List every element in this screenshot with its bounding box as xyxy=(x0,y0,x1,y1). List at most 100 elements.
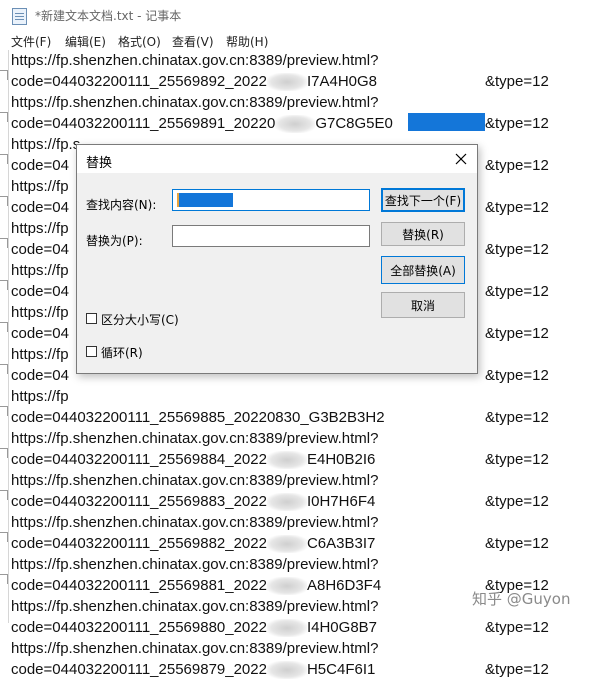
gutter-mark xyxy=(0,238,8,248)
text-line: code=044032200111_25569892_2022 I7A4H0G8 &… xyxy=(11,72,549,92)
text-line: https://fp.shenzhen.chinatax.gov.cn:8389… xyxy=(11,555,378,575)
gutter-mark xyxy=(0,490,8,500)
code-suffix: E4H0B2I6 xyxy=(306,451,376,468)
text-line: https://fp.shenzhen.chinatax.gov.cn:8389… xyxy=(11,471,378,491)
menu-view[interactable]: 查看(V) xyxy=(172,33,214,50)
url-text: https://fp xyxy=(11,304,69,321)
text-line: code=044032200111_25569891_20220 G7C8G5E0… xyxy=(11,114,549,134)
code-suffix: H5C4F6I1 xyxy=(306,661,376,678)
code-text: code=04 xyxy=(11,241,69,258)
find-next-button[interactable]: 查找下一个(F) xyxy=(381,188,465,212)
type-param: &type=12 xyxy=(485,619,549,636)
selected-text xyxy=(177,193,233,207)
url-text: https://fp.shenzhen.chinatax.gov.cn:8389… xyxy=(11,472,379,489)
gutter-mark xyxy=(0,574,8,584)
url-text: https://fp.shenzhen.chinatax.gov.cn:8389… xyxy=(11,598,379,615)
text-line: https://fp.shenzhen.chinatax.gov.cn:8389… xyxy=(11,513,378,533)
blurred-text xyxy=(266,73,307,92)
text-line: code=044032200111_25569883_2022 I0H7H6F4 &… xyxy=(11,492,549,512)
url-text: https://fp xyxy=(11,346,69,363)
editor-gutter xyxy=(0,50,9,623)
code-suffix: A8H6D3F4 xyxy=(306,577,382,594)
text-line: code=04 &type=12 xyxy=(11,240,549,260)
type-param: &type=12 xyxy=(485,241,549,258)
menu-help[interactable]: 帮助(H) xyxy=(226,33,268,50)
type-param: &type=12 xyxy=(485,73,549,90)
text-line: code=04 &type=12 xyxy=(11,324,549,344)
text-line: code=04 &type=12 xyxy=(11,156,549,176)
gutter-mark xyxy=(0,154,8,164)
code-text: code=04 xyxy=(11,367,69,384)
url-text: https://fp.s xyxy=(11,136,81,153)
menu-format[interactable]: 格式(O) xyxy=(118,33,161,50)
menu-edit[interactable]: 编辑(E) xyxy=(65,33,106,50)
type-param: &type=12 xyxy=(485,451,549,468)
match-case-checkbox[interactable] xyxy=(86,313,97,324)
code-text: code=044032200111_25569882_2022 xyxy=(11,535,267,552)
code-suffix: I4H0G8B7 xyxy=(306,619,378,636)
code-text: code=044032200111_25569885_20220830_G3B2… xyxy=(11,409,385,426)
text-line: https://fp xyxy=(11,387,69,407)
text-line: https://fp.shenzhen.chinatax.gov.cn:8389… xyxy=(11,597,378,617)
url-text: https://fp.shenzhen.chinatax.gov.cn:8389… xyxy=(11,556,379,573)
text-line: code=04 &type=12 xyxy=(11,282,549,302)
blurred-text xyxy=(266,451,307,470)
text-line: https://fp.shenzhen.chinatax.gov.cn:8389… xyxy=(11,51,378,71)
notepad-icon xyxy=(12,8,27,25)
dialog-title: 替换 xyxy=(86,156,113,171)
code-suffix: G7C8G5E0 xyxy=(315,115,393,132)
url-text: https://fp.shenzhen.chinatax.gov.cn:8389… xyxy=(11,514,379,531)
replace-input[interactable] xyxy=(172,225,370,247)
text-line: https://fp xyxy=(11,177,69,197)
match-case-label: 区分大小写(C) xyxy=(101,313,179,327)
gutter-mark xyxy=(0,364,8,374)
type-param: &type=12 xyxy=(485,283,549,300)
text-line: https://fp.s xyxy=(11,135,80,155)
gutter-mark xyxy=(0,406,8,416)
close-icon xyxy=(455,153,467,165)
replace-label: 替换为(P): xyxy=(86,234,143,248)
type-param: &type=12 xyxy=(485,535,549,552)
gutter-mark xyxy=(0,196,8,206)
text-line: code=044032200111_25569885_20220830_G3B2… xyxy=(11,408,549,428)
url-text: https://fp.shenzhen.chinatax.gov.cn:8389… xyxy=(11,94,379,111)
close-button[interactable] xyxy=(445,145,477,173)
text-line: code=04 &type=12 xyxy=(11,366,549,386)
type-param: &type=12 xyxy=(485,661,549,678)
replace-button[interactable]: 替换(R) xyxy=(381,222,465,246)
watermark: 知乎 @Guyon xyxy=(472,590,571,608)
text-line: code=044032200111_25569879_2022 H5C4F6I1 &… xyxy=(11,660,549,680)
gutter-mark xyxy=(0,532,8,542)
blurred-text xyxy=(266,661,307,680)
url-text: https://fp xyxy=(11,388,69,405)
url-text: https://fp.shenzhen.chinatax.gov.cn:8389… xyxy=(11,430,379,447)
gutter-mark xyxy=(0,322,8,332)
code-text: code=044032200111_25569891_20220 xyxy=(11,115,276,132)
type-param: &type=12 xyxy=(485,115,549,132)
menu-file[interactable]: 文件(F) xyxy=(11,33,51,50)
blurred-text xyxy=(266,577,307,596)
text-line: code=044032200111_25569882_2022 C6A3B3I7 &… xyxy=(11,534,549,554)
cancel-button[interactable]: 取消 xyxy=(381,292,465,318)
text-line: https://fp xyxy=(11,261,69,281)
gutter-mark xyxy=(0,448,8,458)
find-label: 查找内容(N): xyxy=(86,198,157,212)
code-text: code=04 xyxy=(11,325,69,342)
code-text: code=044032200111_25569884_2022 xyxy=(11,451,267,468)
text-line: https://fp xyxy=(11,345,69,365)
blurred-text xyxy=(266,619,307,638)
text-line: https://fp xyxy=(11,303,69,323)
gutter-mark xyxy=(0,280,8,290)
code-text: code=044032200111_25569881_2022 xyxy=(11,577,267,594)
url-text: https://fp xyxy=(11,220,69,237)
code-text: code=04 xyxy=(11,199,69,216)
wrap-label: 循环(R) xyxy=(101,346,143,360)
replace-all-button[interactable]: 全部替换(A) xyxy=(381,256,465,284)
code-text: code=044032200111_25569883_2022 xyxy=(11,493,267,510)
code-text: code=044032200111_25569892_2022 xyxy=(11,73,267,90)
type-param: &type=12 xyxy=(485,199,549,216)
url-text: https://fp xyxy=(11,178,69,195)
find-input[interactable] xyxy=(172,189,370,211)
wrap-checkbox[interactable] xyxy=(86,346,97,357)
code-text: code=044032200111_25569879_2022 xyxy=(11,661,267,678)
